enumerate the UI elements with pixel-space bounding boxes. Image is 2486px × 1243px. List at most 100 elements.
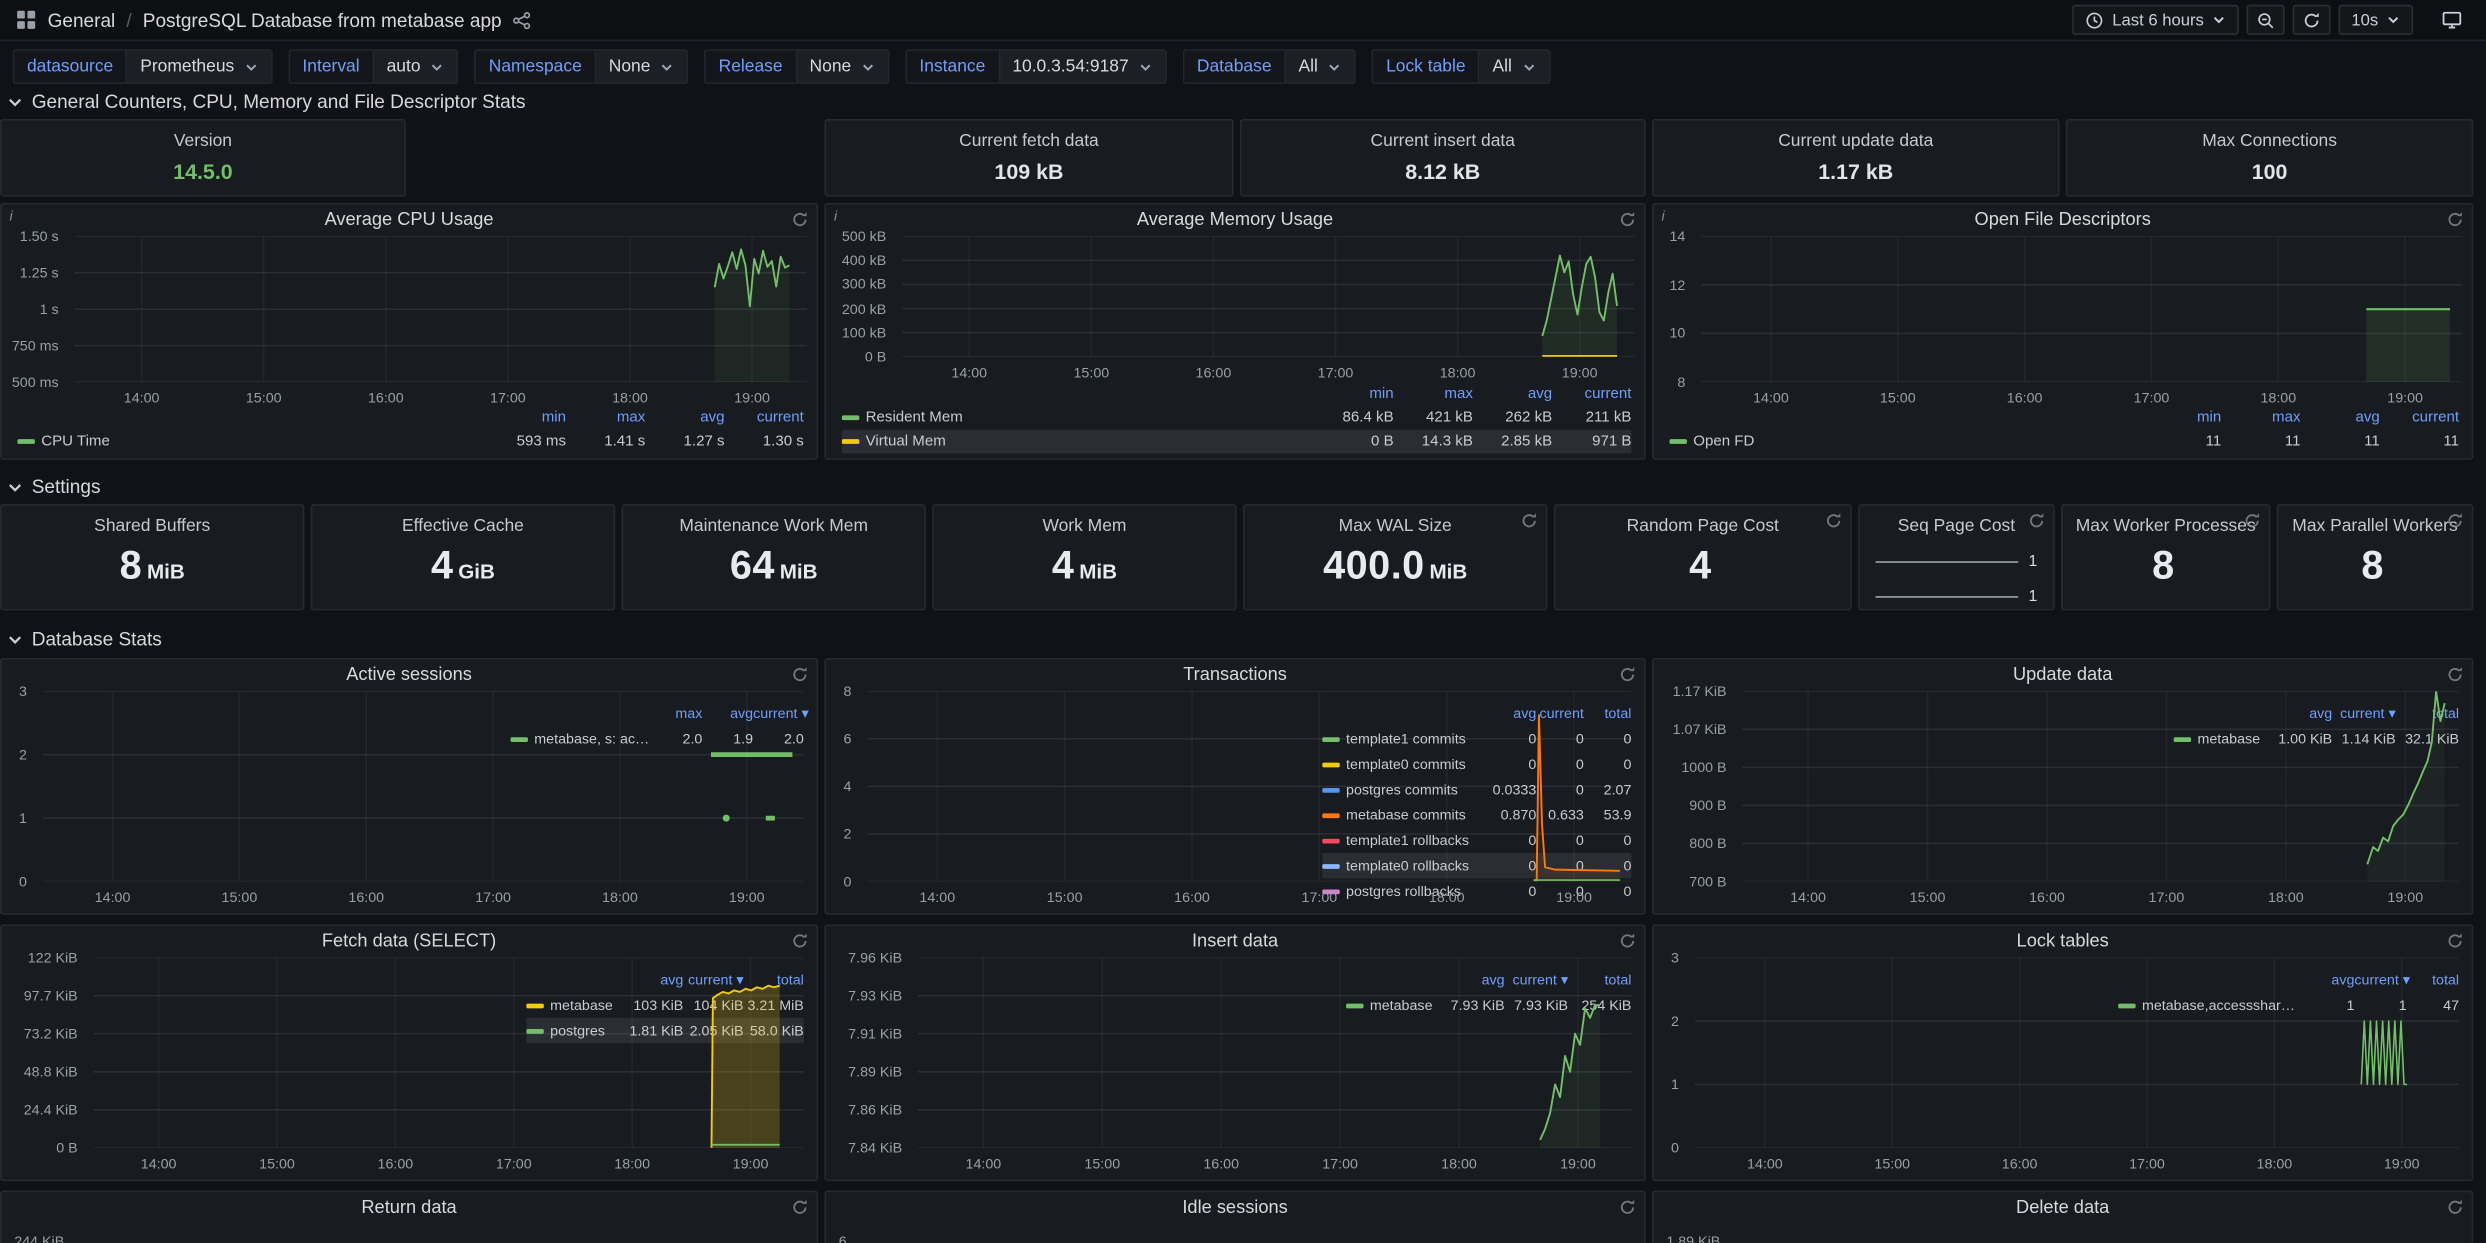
- panel-title[interactable]: Lock tables: [1685, 932, 2440, 951]
- active-sessions-chart[interactable]: 321014:0015:0016:0017:0018:0019:00: [14, 691, 510, 907]
- panel-refresh-icon[interactable]: [1619, 932, 1636, 949]
- legend-sort-header[interactable]: min: [1314, 385, 1393, 402]
- panel-refresh-icon[interactable]: [2028, 512, 2045, 529]
- panel-refresh-icon[interactable]: [2446, 512, 2463, 529]
- breadcrumb-folder[interactable]: General: [48, 9, 116, 31]
- panel-current-insert-data: Current insert data 8.12 kB: [1240, 119, 1646, 197]
- x-axis-tick: 16:00: [2007, 390, 2043, 406]
- legend-series-label[interactable]: CPU Time: [17, 433, 486, 450]
- panel-refresh-icon[interactable]: [2446, 211, 2463, 228]
- stat-value: 4MiB: [934, 544, 1235, 590]
- zoom-out-button[interactable]: [2247, 5, 2285, 35]
- panel-refresh-icon[interactable]: [1619, 211, 1636, 228]
- row-toggle-general[interactable]: General Counters, CPU, Memory and File D…: [6, 90, 525, 112]
- variable-label: Release: [704, 49, 795, 84]
- panel-info-icon[interactable]: i: [1662, 208, 1665, 224]
- chevron-down-icon: [1521, 59, 1535, 73]
- share-icon[interactable]: [513, 10, 532, 29]
- refresh-dashboard-button[interactable]: [2293, 5, 2331, 35]
- chart-plot-area[interactable]: [94, 958, 804, 1148]
- x-axis-tick: 15:00: [1047, 889, 1083, 905]
- x-axis-tick: 17:00: [2149, 889, 2185, 905]
- panel-refresh-icon[interactable]: [791, 1199, 808, 1216]
- panel-title[interactable]: Transactions: [858, 666, 1613, 685]
- tv-mode-button[interactable]: [2434, 5, 2470, 35]
- x-axis-tick: 15:00: [1073, 365, 1109, 381]
- x-axis-tick: 19:00: [729, 889, 765, 905]
- dashboard-title[interactable]: PostgreSQL Database from metabase app: [143, 9, 502, 31]
- panel-refresh-icon[interactable]: [791, 211, 808, 228]
- chart-plot-area[interactable]: [75, 236, 807, 382]
- panel-refresh-icon[interactable]: [2446, 932, 2463, 949]
- variable-value-dropdown[interactable]: 10.0.3.54:9187: [998, 49, 1167, 84]
- panel-title[interactable]: Idle sessions: [858, 1199, 1613, 1218]
- panel-title[interactable]: Average Memory Usage: [858, 211, 1613, 230]
- panel-info-icon[interactable]: i: [10, 208, 13, 224]
- variable-value-dropdown[interactable]: None: [594, 49, 688, 84]
- panel-title[interactable]: Open File Descriptors: [1685, 211, 2440, 230]
- update-data-chart[interactable]: 1.17 KiB1.07 KiB1000 B900 B800 B700 B14:…: [1666, 691, 2173, 907]
- x-axis-tick: 19:00: [2384, 1156, 2420, 1172]
- open-file-descriptors-chart[interactable]: 141210814:0015:0016:0017:0018:0019:00: [1663, 236, 2462, 407]
- legend-series-label[interactable]: Open FD: [1669, 433, 2141, 450]
- transactions-chart[interactable]: 8642014:0015:0016:0017:0018:0019:00: [839, 691, 1323, 907]
- variable-value-dropdown[interactable]: All: [1478, 49, 1550, 84]
- panel-refresh-icon[interactable]: [1520, 512, 1537, 529]
- legend-sort-header[interactable]: avg: [2301, 409, 2380, 426]
- dashboards-grid-icon[interactable]: [16, 10, 37, 31]
- panel-title[interactable]: Delete data: [1685, 1199, 2440, 1218]
- chart-plot-area[interactable]: [1701, 236, 2462, 382]
- chart-plot-area[interactable]: [1695, 958, 2459, 1148]
- variable-value-dropdown[interactable]: auto: [372, 49, 458, 84]
- average-cpu-usage-legend: minmaxavgcurrentCPU Time593 ms1.41 s1.27…: [17, 406, 803, 454]
- chart-plot-area[interactable]: [902, 236, 1634, 356]
- legend-sort-header[interactable]: max: [2221, 409, 2300, 426]
- panel-refresh-icon[interactable]: [2446, 1199, 2463, 1216]
- variable-value-dropdown[interactable]: None: [795, 49, 889, 84]
- time-range-picker[interactable]: Last 6 hours: [2073, 5, 2239, 35]
- panel-title[interactable]: Active sessions: [33, 666, 785, 685]
- panel-max-connections: Max Connections 100: [2066, 119, 2473, 197]
- legend-sort-header[interactable]: current: [1552, 385, 1631, 402]
- legend-sort-header[interactable]: avg: [1473, 385, 1552, 402]
- panel-info-icon[interactable]: i: [834, 208, 837, 224]
- panel-title[interactable]: Update data: [1685, 666, 2440, 685]
- panel-refresh-icon[interactable]: [2446, 666, 2463, 683]
- chart-plot-area[interactable]: [1742, 691, 2459, 881]
- legend-series-label[interactable]: Resident Mem: [842, 409, 1314, 426]
- fetch-data-chart[interactable]: 122 KiB97.7 KiB73.2 KiB48.8 KiB24.4 KiB0…: [14, 958, 526, 1174]
- chart-plot-area[interactable]: [867, 691, 1631, 881]
- variable-value-dropdown[interactable]: Prometheus: [126, 49, 272, 84]
- legend-sort-header[interactable]: max: [566, 409, 645, 426]
- panel-delete-data: Delete data 1.89 KiB: [1652, 1191, 2473, 1243]
- legend-sort-header[interactable]: avg: [645, 409, 724, 426]
- lock-tables-chart[interactable]: 321014:0015:0016:0017:0018:0019:00: [1666, 958, 2118, 1174]
- chart-plot-area[interactable]: [918, 958, 1631, 1148]
- panel-refresh-icon[interactable]: [2243, 512, 2260, 529]
- legend-series-label[interactable]: Virtual Mem: [842, 433, 1314, 450]
- panel-title[interactable]: Average CPU Usage: [33, 211, 785, 230]
- row-toggle-database-stats[interactable]: Database Stats: [6, 628, 161, 650]
- panel-refresh-icon[interactable]: [791, 666, 808, 683]
- legend-sort-header[interactable]: min: [487, 409, 566, 426]
- panel-refresh-icon[interactable]: [1619, 666, 1636, 683]
- insert-data-chart[interactable]: 7.96 KiB7.93 KiB7.91 KiB7.89 KiB7.86 KiB…: [839, 958, 1346, 1174]
- legend-sort-header[interactable]: current: [2380, 409, 2459, 426]
- panel-refresh-icon[interactable]: [791, 932, 808, 949]
- panel-refresh-icon[interactable]: [1619, 1199, 1636, 1216]
- panel-title[interactable]: Return data: [33, 1199, 785, 1218]
- variable-label: Interval: [288, 49, 372, 84]
- row-toggle-settings[interactable]: Settings: [6, 476, 100, 498]
- legend-sort-header[interactable]: current: [725, 409, 804, 426]
- variable-value-dropdown[interactable]: All: [1284, 49, 1356, 84]
- average-cpu-usage-chart[interactable]: 1.50 s1.25 s1 s750 ms500 ms14:0015:0016:…: [11, 236, 807, 407]
- panel-refresh-icon[interactable]: [1825, 512, 1842, 529]
- legend-value: 11: [2142, 433, 2221, 450]
- legend-sort-header[interactable]: max: [1394, 385, 1473, 402]
- legend-sort-header[interactable]: min: [2142, 409, 2221, 426]
- chart-plot-area[interactable]: [43, 691, 804, 881]
- panel-title[interactable]: Insert data: [858, 932, 1613, 951]
- refresh-interval-picker[interactable]: 10s: [2339, 5, 2413, 35]
- average-memory-usage-chart[interactable]: 500 kB400 kB300 kB200 kB100 kB0 B14:0015…: [836, 236, 1635, 382]
- panel-title[interactable]: Fetch data (SELECT): [33, 932, 785, 951]
